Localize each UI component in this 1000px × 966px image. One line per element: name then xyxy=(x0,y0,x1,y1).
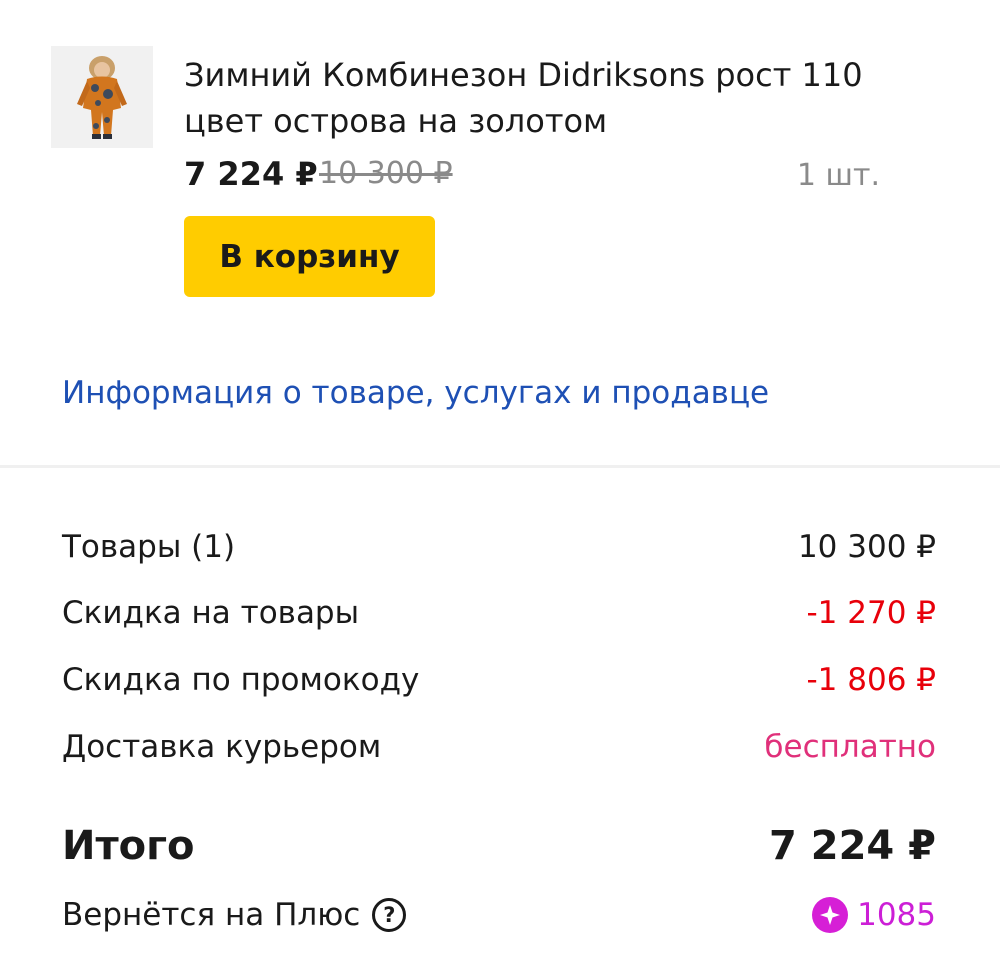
plus-points-amount: 1085 xyxy=(857,897,936,933)
product-price: 7 224 ₽ xyxy=(184,155,318,193)
total-value: 7 224 ₽ xyxy=(768,823,936,869)
product-quantity: 1 шт. xyxy=(796,158,880,193)
summary-row-items: Товары (1) 10 300 ₽ xyxy=(62,524,936,570)
product-info-link[interactable]: Информация о товаре, услугах и продавце xyxy=(62,370,769,416)
add-to-cart-button[interactable]: В корзину xyxy=(184,216,435,297)
summary-value: 10 300 ₽ xyxy=(797,529,936,565)
product-title-line-1: Зимний Комбинезон Didriksons рост 110 xyxy=(184,56,863,94)
plus-points-icon xyxy=(812,897,849,933)
summary-row-delivery: Доставка курьером бесплатно xyxy=(62,724,936,770)
summary-row-promo-discount: Скидка по промокоду -1 806 ₽ xyxy=(62,657,936,703)
plus-cashback-value: 1085 xyxy=(811,896,936,934)
plus-cashback-row: Вернётся на Плюс ? 1085 xyxy=(62,892,936,938)
summary-value: -1 806 ₽ xyxy=(806,662,936,698)
plus-cashback-label: Вернётся на Плюс xyxy=(62,897,361,933)
summary-total: Итого 7 224 ₽ xyxy=(62,819,936,873)
product-old-price: 10 300 ₽ xyxy=(319,156,453,191)
order-summary: Товары (1) 10 300 ₽ Скидка на товары -1 … xyxy=(0,468,1000,966)
product-title-line-2: цвет острова на золотом xyxy=(184,102,608,140)
summary-label: Скидка по промокоду xyxy=(62,662,420,698)
product-title[interactable]: Зимний Комбинезон Didriksons рост 110 цв… xyxy=(184,52,904,144)
summary-value: бесплатно xyxy=(764,729,936,765)
summary-label: Доставка курьером xyxy=(62,729,382,765)
summary-label: Скидка на товары xyxy=(62,595,360,631)
product-thumbnail[interactable] xyxy=(51,46,153,148)
plus-cashback-label-group: Вернётся на Плюс ? xyxy=(62,897,407,933)
total-label: Итого xyxy=(62,823,195,869)
question-circle-icon[interactable]: ? xyxy=(372,898,407,932)
product-image xyxy=(51,46,153,148)
summary-label: Товары (1) xyxy=(62,529,236,565)
product-card: Зимний Комбинезон Didriksons рост 110 цв… xyxy=(0,0,1000,466)
summary-value: -1 270 ₽ xyxy=(806,595,936,631)
summary-row-item-discount: Скидка на товары -1 270 ₽ xyxy=(62,590,936,636)
